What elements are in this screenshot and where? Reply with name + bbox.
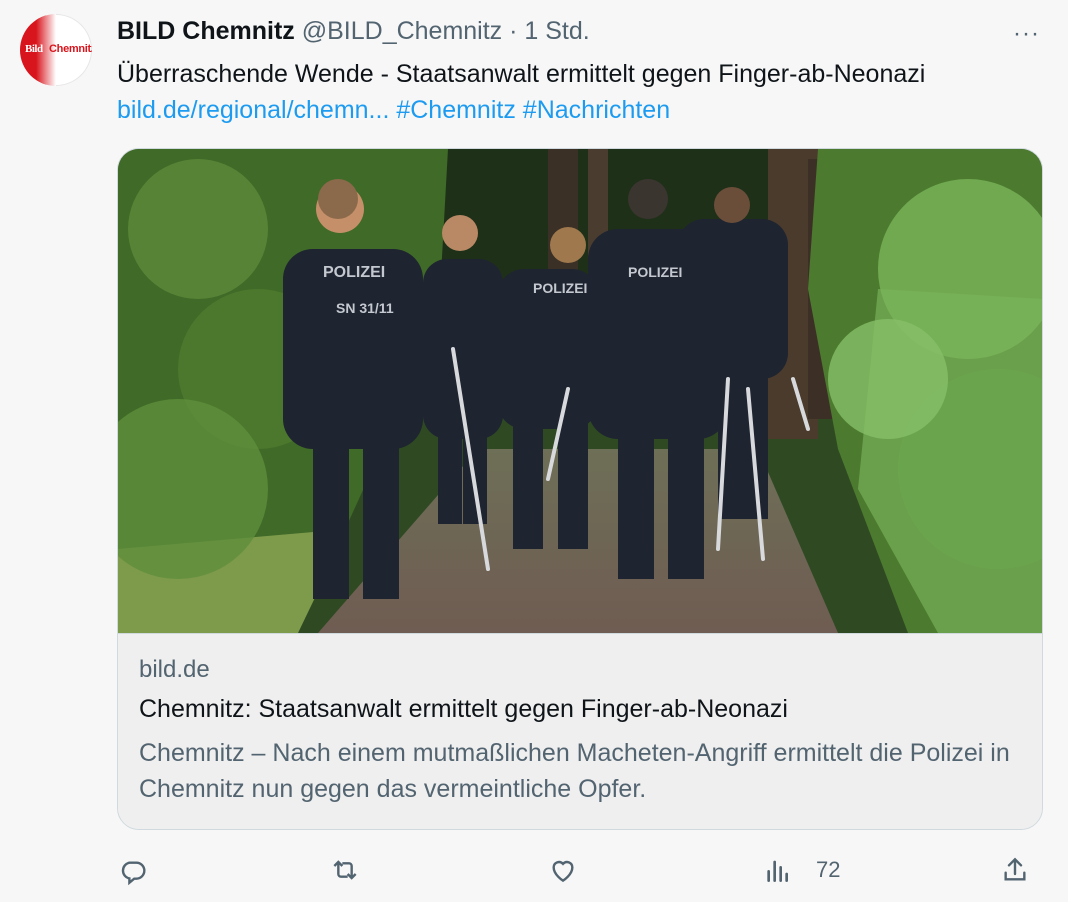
card-description: Chemnitz – Nach einem mutmaßlichen Mache… bbox=[139, 739, 1010, 803]
vest-text-1: POLIZEI bbox=[323, 264, 385, 281]
views-count: 72 bbox=[816, 857, 841, 882]
vest-number: SN 31/11 bbox=[336, 300, 394, 316]
hashtag-chemnitz[interactable]: #Chemnitz bbox=[396, 96, 516, 124]
card-meta[interactable]: bild.de Chemnitz: Staatsanwalt ermittelt… bbox=[118, 633, 1042, 829]
card-domain: bild.de bbox=[139, 656, 210, 683]
reply-button[interactable] bbox=[117, 848, 149, 892]
hashtag-nachrichten[interactable]: #Nachrichten bbox=[523, 96, 670, 124]
card-title[interactable]: Chemnitz: Staatsanwalt ermittelt gegen F… bbox=[139, 695, 788, 724]
tweet-body: Überraschende Wende - Staatsanwalt ermit… bbox=[117, 60, 926, 88]
tweet-timestamp[interactable]: · 1 Std. bbox=[509, 17, 590, 45]
retweet-button[interactable] bbox=[329, 848, 361, 892]
link-card[interactable]: POLIZEI POLIZEI POLIZEI SN 31/11 bild.de… bbox=[117, 148, 1043, 830]
heart-icon bbox=[552, 860, 574, 883]
share-button[interactable] bbox=[999, 848, 1031, 892]
tweet-actions: 72 bbox=[117, 848, 1047, 892]
tweet-text: Überraschende Wende - Staatsanwalt ermit… bbox=[117, 56, 1047, 128]
reply-icon bbox=[121, 861, 146, 886]
vest-text-3: POLIZEI bbox=[628, 264, 682, 280]
views-button[interactable]: 72 bbox=[762, 848, 840, 892]
author-name[interactable]: BILD Chemnitz bbox=[117, 17, 295, 45]
vest-text-2: POLIZEI bbox=[533, 280, 587, 296]
more-options-icon[interactable]: ··· bbox=[1013, 20, 1040, 48]
retweet-icon bbox=[333, 860, 357, 880]
avatar[interactable]: Bild Chemnitz bbox=[20, 14, 92, 86]
share-icon bbox=[1004, 857, 1026, 881]
tweet-header: BILD Chemnitz @BILD_Chemnitz · 1 Std. bbox=[117, 15, 590, 47]
card-image[interactable]: POLIZEI POLIZEI POLIZEI SN 31/11 bbox=[118, 149, 1042, 633]
tweet-link[interactable]: bild.de/regional/chemn... bbox=[117, 96, 389, 124]
views-icon bbox=[767, 860, 788, 882]
tweet-links: bild.de/regional/chemn... #Chemnitz #Nac… bbox=[117, 92, 1047, 128]
avatar-logo-chemnitz: Chemnitz bbox=[49, 43, 92, 55]
like-button[interactable] bbox=[547, 848, 579, 892]
avatar-logo-bild: Bild bbox=[25, 43, 43, 55]
author-handle[interactable]: @BILD_Chemnitz bbox=[302, 17, 502, 45]
